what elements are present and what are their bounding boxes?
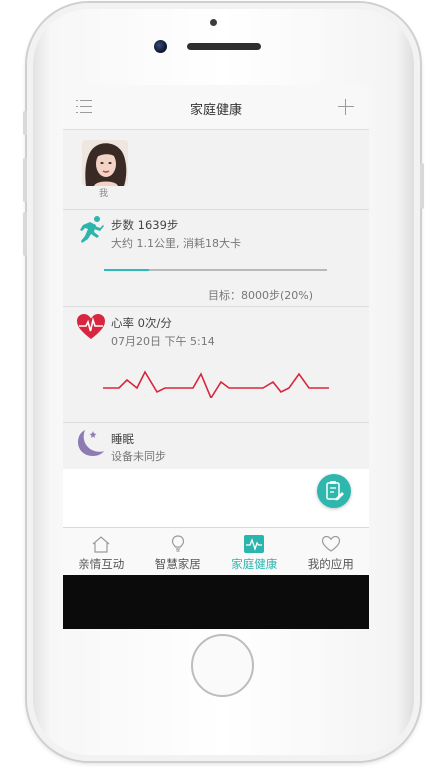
earpiece-speaker [187, 43, 261, 50]
app-screen: 家庭健康 我 步数 1639步 大约 1.1公里, 消耗18大卡 目标：8000… [63, 85, 369, 629]
heart-pulse-icon [76, 313, 106, 341]
edit-note-icon [326, 481, 344, 501]
avatar-name: 我 [99, 189, 109, 199]
navigation-bar: 家庭健康 [63, 85, 369, 130]
black-screen-area [63, 575, 369, 629]
heart-rate-section[interactable] [63, 307, 369, 423]
volume-up-button [23, 158, 27, 202]
steps-goal: 目标：8000步(20%) [208, 289, 314, 302]
tab-family-health[interactable]: 家庭健康 [216, 528, 293, 575]
page-title: 家庭健康 [189, 103, 242, 118]
avatar[interactable] [82, 140, 128, 186]
edit-note-button[interactable] [317, 474, 351, 508]
heart-rate-value: 心率 0次/分 [111, 316, 172, 330]
steps-progress-bar [104, 269, 327, 271]
tab-label: 我的应用 [307, 557, 354, 571]
moon-icon [77, 429, 105, 457]
tab-my-apps[interactable]: 我的应用 [293, 528, 370, 575]
sleep-section[interactable] [63, 423, 369, 469]
tab-smart-home[interactable]: 智慧家居 [140, 528, 217, 575]
mute-switch [23, 111, 27, 135]
bulb-icon [171, 535, 184, 552]
heart-rate-waveform [103, 368, 329, 400]
heart-outline-icon [321, 535, 340, 552]
proximity-sensor [210, 19, 217, 26]
running-icon [76, 215, 106, 245]
volume-down-button [23, 212, 27, 256]
heart-rate-time: 07月20日 下午 5:14 [111, 335, 215, 348]
tab-label: 智慧家居 [154, 557, 201, 571]
tab-family-interaction[interactable]: 亲情互动 [63, 528, 140, 575]
tab-label: 亲情互动 [78, 557, 125, 571]
sleep-title: 睡眠 [111, 432, 134, 446]
home-icon [92, 536, 110, 553]
steps-progress-fill [104, 269, 149, 271]
pulse-icon [244, 535, 265, 553]
tab-bar: 亲情互动 智慧家居 家庭健康 我的应用 [63, 527, 369, 575]
add-icon[interactable] [338, 99, 354, 115]
tab-label: 家庭健康 [231, 557, 278, 571]
front-camera [154, 40, 167, 53]
home-button[interactable] [191, 634, 254, 697]
steps-count: 步数 1639步 [111, 218, 179, 232]
power-button [420, 163, 424, 209]
sleep-status: 设备未同步 [111, 450, 166, 463]
steps-detail: 大约 1.1公里, 消耗18大卡 [111, 237, 241, 250]
